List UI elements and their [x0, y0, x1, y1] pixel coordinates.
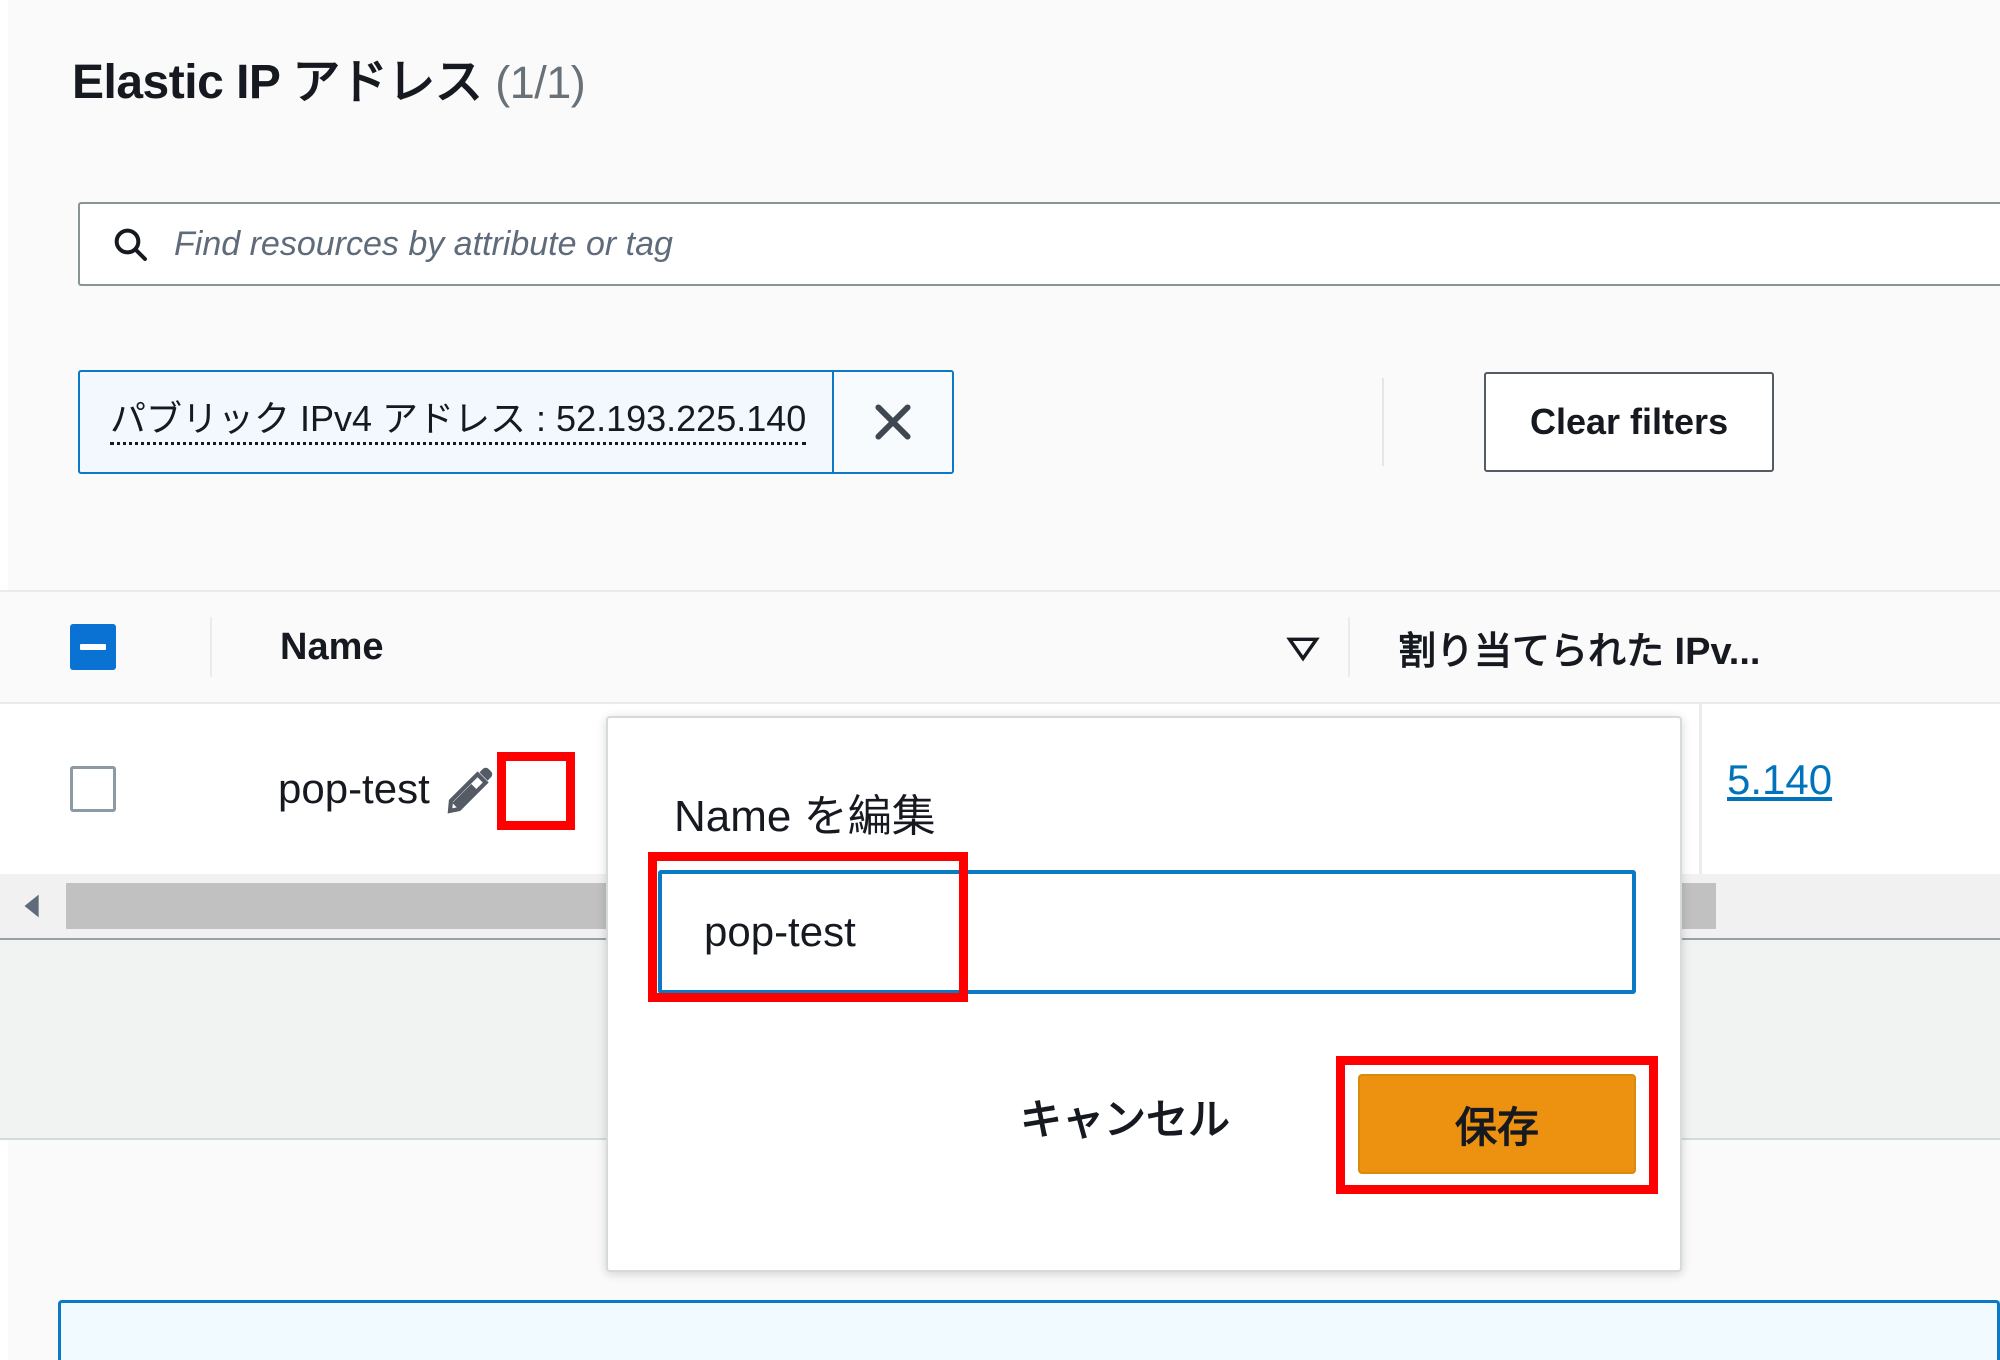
column-header-allocated-ipv4[interactable]: 割り当てられた IPv... [1350, 620, 1760, 675]
search-input[interactable]: Find resources by attribute or tag [78, 202, 2000, 286]
clear-filters-label: Clear filters [1530, 401, 1729, 442]
row-name-text: pop-test [278, 765, 430, 812]
search-icon [110, 224, 150, 264]
column-header-name[interactable]: Name [212, 626, 1258, 669]
checkbox-indeterminate-dash [80, 644, 106, 650]
row-checkbox-cell[interactable] [0, 766, 210, 812]
sort-descending-icon[interactable] [1258, 624, 1348, 670]
popover-cancel-button[interactable]: キャンセル [1020, 1086, 1230, 1147]
filter-divider [1382, 378, 1384, 466]
select-all-checkbox-cell[interactable] [0, 624, 210, 670]
chevron-left-icon[interactable] [0, 889, 66, 923]
popover-name-input[interactable]: pop-test [658, 870, 1636, 994]
page-title-text: Elastic IP アドレス [72, 56, 483, 109]
popover-title: Name を編集 [674, 792, 936, 841]
filter-row: パブリック IPv4 アドレス : 52.193.225.140 Clear f… [0, 360, 2000, 480]
pencil-icon[interactable] [438, 756, 504, 822]
page-title-count: (1/1) [495, 57, 586, 108]
select-all-checkbox[interactable] [70, 624, 116, 670]
filter-token-dismiss-button[interactable] [832, 372, 953, 472]
row-cell-allocated-ipv4-link[interactable]: 5.140 [1727, 756, 1832, 804]
popover-name-input-value: pop-test [704, 908, 856, 955]
bottom-info-card [58, 1300, 2000, 1360]
filter-token-label-wrap: パブリック IPv4 アドレス : 52.193.225.140 [80, 372, 832, 472]
filter-token-label: パブリック IPv4 アドレス : 52.193.225.140 [110, 399, 807, 446]
edit-name-popover: Name を編集 pop-test [606, 716, 1682, 1272]
popover-save-label: 保存 [1454, 1103, 1539, 1151]
page-title: Elastic IP アドレス (1/1) [72, 42, 586, 112]
search-placeholder: Find resources by attribute or tag [174, 224, 673, 263]
popover-save-button[interactable]: 保存 [1358, 1074, 1636, 1174]
filter-token-public-ipv4[interactable]: パブリック IPv4 アドレス : 52.193.225.140 [78, 370, 955, 474]
row-checkbox[interactable] [70, 766, 116, 812]
row-column-divider [1699, 704, 1702, 874]
aws-ec2-elastic-ip-page: Elastic IP アドレス (1/1) Find resources by … [0, 0, 2000, 1360]
clear-filters-button[interactable]: Clear filters [1484, 372, 1775, 472]
table-header: Name 割り当てられた IPv... [0, 590, 2000, 704]
